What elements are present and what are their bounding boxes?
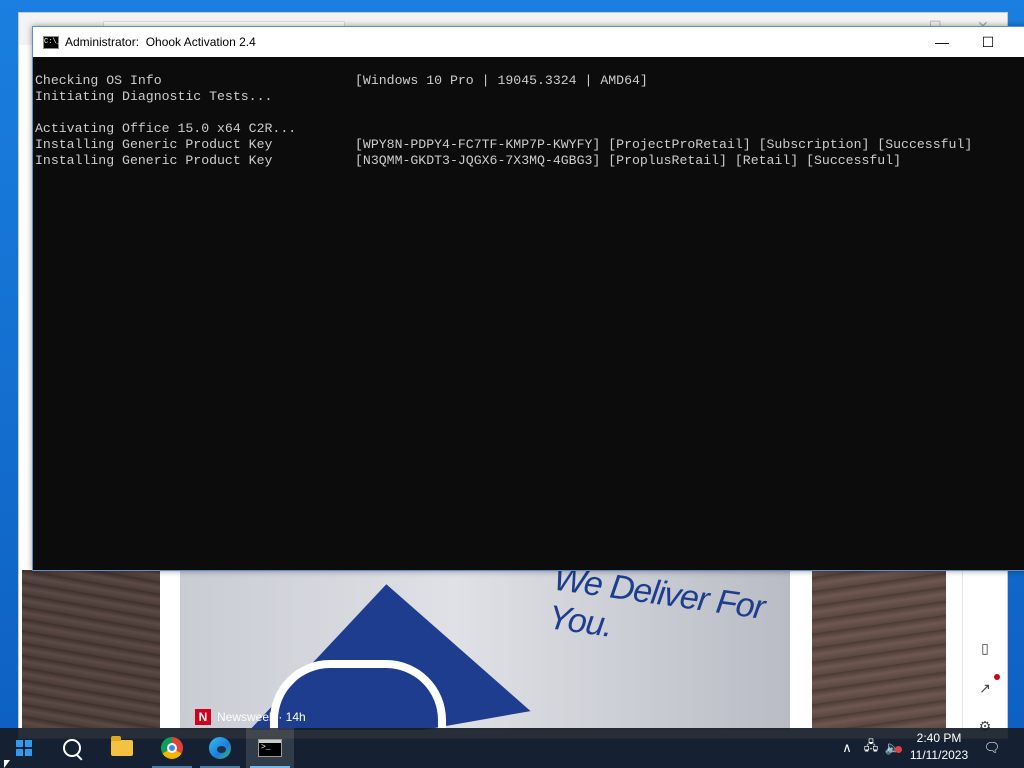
news-source[interactable]: N Newsweek · 14h [195, 709, 306, 725]
network-icon[interactable]: 🖧 [860, 728, 882, 768]
maximize-button[interactable]: ☐ [965, 27, 1011, 57]
mouse-cursor-icon [4, 760, 10, 768]
clock-date: 11/11/2023 [909, 748, 969, 762]
news-image-slogan: We Deliver For You. [545, 570, 767, 645]
taskbar-edge[interactable] [196, 728, 244, 768]
edge-icon [209, 737, 231, 759]
taskbar-file-explorer[interactable] [98, 728, 146, 768]
console-line: Checking OS Info [Windows 10 Pro | 19045.… [35, 73, 1024, 89]
clock[interactable]: 2:40 PM 11/11/2023 [904, 730, 974, 766]
taskbar-chrome[interactable] [148, 728, 196, 768]
console-title: Administrator: Ohook Activation 2.4 [65, 35, 256, 49]
news-card-image[interactable]: We Deliver For You. [180, 570, 790, 730]
console-line-value: [N3QMM-GKDT3-JQGX6-7X3MQ-4GBG3] [Proplus… [355, 153, 902, 168]
command-prompt-icon [258, 739, 282, 757]
newsweek-logo-icon: N [195, 709, 211, 725]
console-line: Initiating Diagnostic Tests... [35, 89, 1024, 105]
console-output[interactable]: Checking OS Info [Windows 10 Pro | 19045.… [33, 57, 1024, 570]
console-line-label: Checking OS Info [35, 73, 162, 88]
console-line: Installing Generic Product Key [WPY8N-PDP… [35, 137, 1024, 153]
taskbar: ∧ 🖧 🔈 2:40 PM 11/11/2023 🗨 [0, 728, 1024, 768]
console-line-label: Initiating Diagnostic Tests... [35, 89, 273, 104]
mute-indicator-icon [895, 746, 902, 753]
console-line-value: [Windows 10 Pro | 19045.3324 | AMD64] [355, 73, 648, 88]
console-line: Installing Generic Product Key [N3QMM-GKD… [35, 153, 1024, 169]
news-image-left [22, 570, 160, 728]
show-hidden-icons-button[interactable]: ∧ [836, 728, 858, 768]
console-window[interactable]: C:\_ Administrator: Ohook Activation 2.4… [32, 26, 1024, 571]
search-icon [63, 739, 81, 757]
console-line-label: Installing Generic Product Key [35, 153, 273, 168]
console-titlebar[interactable]: C:\_ Administrator: Ohook Activation 2.4… [33, 27, 1024, 57]
open-external-icon[interactable]: ↗ [975, 678, 995, 698]
clock-time: 2:40 PM [916, 731, 962, 745]
console-line-label: Activating Office 15.0 x64 C2R... [35, 121, 297, 136]
taskbar-command-prompt[interactable] [246, 728, 294, 768]
news-image-right [812, 570, 946, 728]
notification-dot [994, 674, 1000, 680]
cmd-app-icon: C:\_ [43, 35, 61, 49]
windows-logo-icon [16, 740, 32, 756]
folder-icon [111, 736, 133, 756]
browser-side-panel: ▯ ↗ ⚙ [962, 570, 1007, 734]
action-center-icon[interactable]: 🗨 [980, 728, 1004, 768]
console-line-value: [WPY8N-PDPY4-FC7TF-KMP7P-KWYFY] [Project… [355, 137, 973, 152]
news-source-label: Newsweek · 14h [217, 710, 306, 724]
console-line: Activating Office 15.0 x64 C2R... [35, 121, 1024, 137]
minimize-button[interactable]: — [919, 27, 965, 57]
console-line-label: Installing Generic Product Key [35, 137, 273, 152]
search-button[interactable] [48, 728, 96, 768]
split-view-icon[interactable]: ▯ [975, 638, 995, 658]
chrome-icon [161, 737, 183, 759]
